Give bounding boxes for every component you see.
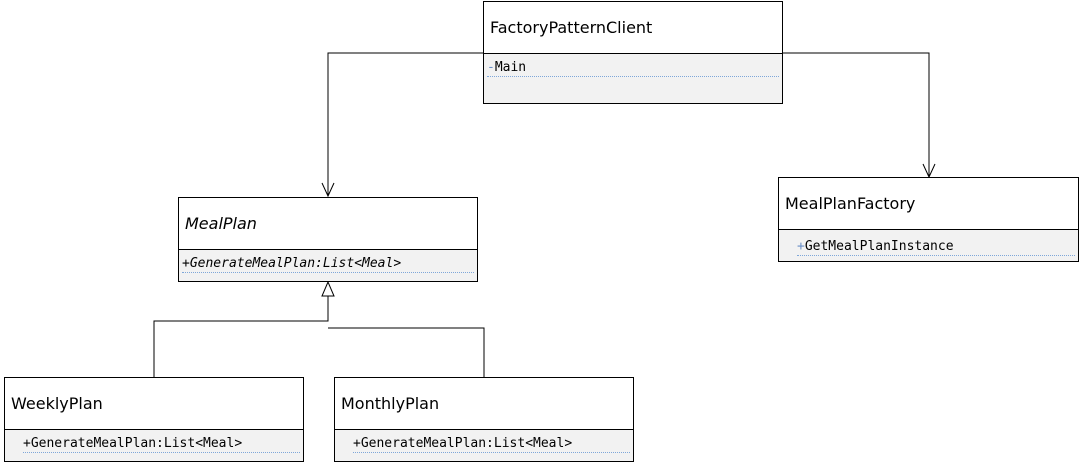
visibility-public-marker: +: [23, 436, 31, 451]
class-header: MealPlan: [179, 198, 477, 250]
class-header: FactoryPatternClient: [484, 2, 782, 54]
class-members: +GenerateMealPlan:List<Meal>: [179, 250, 477, 281]
class-name: WeeklyPlan: [11, 394, 103, 413]
class-header: WeeklyPlan: [5, 378, 303, 430]
member-label: GenerateMealPlan:List<Meal>: [189, 256, 402, 271]
class-name: FactoryPatternClient: [490, 18, 653, 37]
association-client-mealplan: [327, 52, 484, 196]
member-label: GenerateMealPlan:List<Meal>: [30, 436, 243, 451]
class-members: +GenerateMealPlan:List<Meal>: [5, 430, 303, 461]
visibility-public-marker: +: [182, 256, 190, 271]
class-header: MealPlanFactory: [779, 178, 1078, 230]
class-weeklyplan[interactable]: WeeklyPlan +GenerateMealPlan:List<Meal>: [4, 377, 304, 462]
class-factorypatternclient[interactable]: FactoryPatternClient -Main: [483, 1, 783, 104]
member-label: Main: [494, 60, 527, 75]
class-members: -Main: [484, 54, 782, 103]
class-members: +GenerateMealPlan:List<Meal>: [335, 430, 633, 461]
class-mealplanfactory[interactable]: MealPlanFactory +GetMealPlanInstance: [778, 177, 1079, 262]
class-name: MealPlanFactory: [785, 194, 916, 213]
member-main[interactable]: -Main: [487, 60, 779, 77]
member-generatemealplan[interactable]: +GenerateMealPlan:List<Meal>: [182, 256, 474, 273]
member-generatemealplan[interactable]: +GenerateMealPlan:List<Meal>: [353, 436, 630, 453]
visibility-private-marker: -: [487, 60, 495, 75]
class-name: MealPlan: [185, 214, 257, 233]
member-generatemealplan[interactable]: +GenerateMealPlan:List<Meal>: [23, 436, 300, 453]
association-client-factory: [782, 52, 930, 177]
member-getmealplaninstance[interactable]: +GetMealPlanInstance: [797, 239, 1075, 256]
class-diagram: FactoryPatternClient -Main MealPlan +Gen…: [0, 0, 1080, 465]
generalization-weekly-mealplan: [153, 296, 329, 377]
visibility-public-marker: +: [353, 436, 361, 451]
class-mealplan[interactable]: MealPlan +GenerateMealPlan:List<Meal>: [178, 197, 478, 282]
class-name: MonthlyPlan: [341, 394, 440, 413]
generalization-hollow-triangle: [321, 280, 335, 297]
visibility-public-marker: +: [797, 239, 805, 254]
class-members: +GetMealPlanInstance: [779, 230, 1078, 261]
member-label: GetMealPlanInstance: [804, 239, 954, 254]
class-header: MonthlyPlan: [335, 378, 633, 430]
generalization-monthly-mealplan: [328, 327, 485, 377]
class-monthlyplan[interactable]: MonthlyPlan +GenerateMealPlan:List<Meal>: [334, 377, 634, 462]
member-label: GenerateMealPlan:List<Meal>: [360, 436, 573, 451]
